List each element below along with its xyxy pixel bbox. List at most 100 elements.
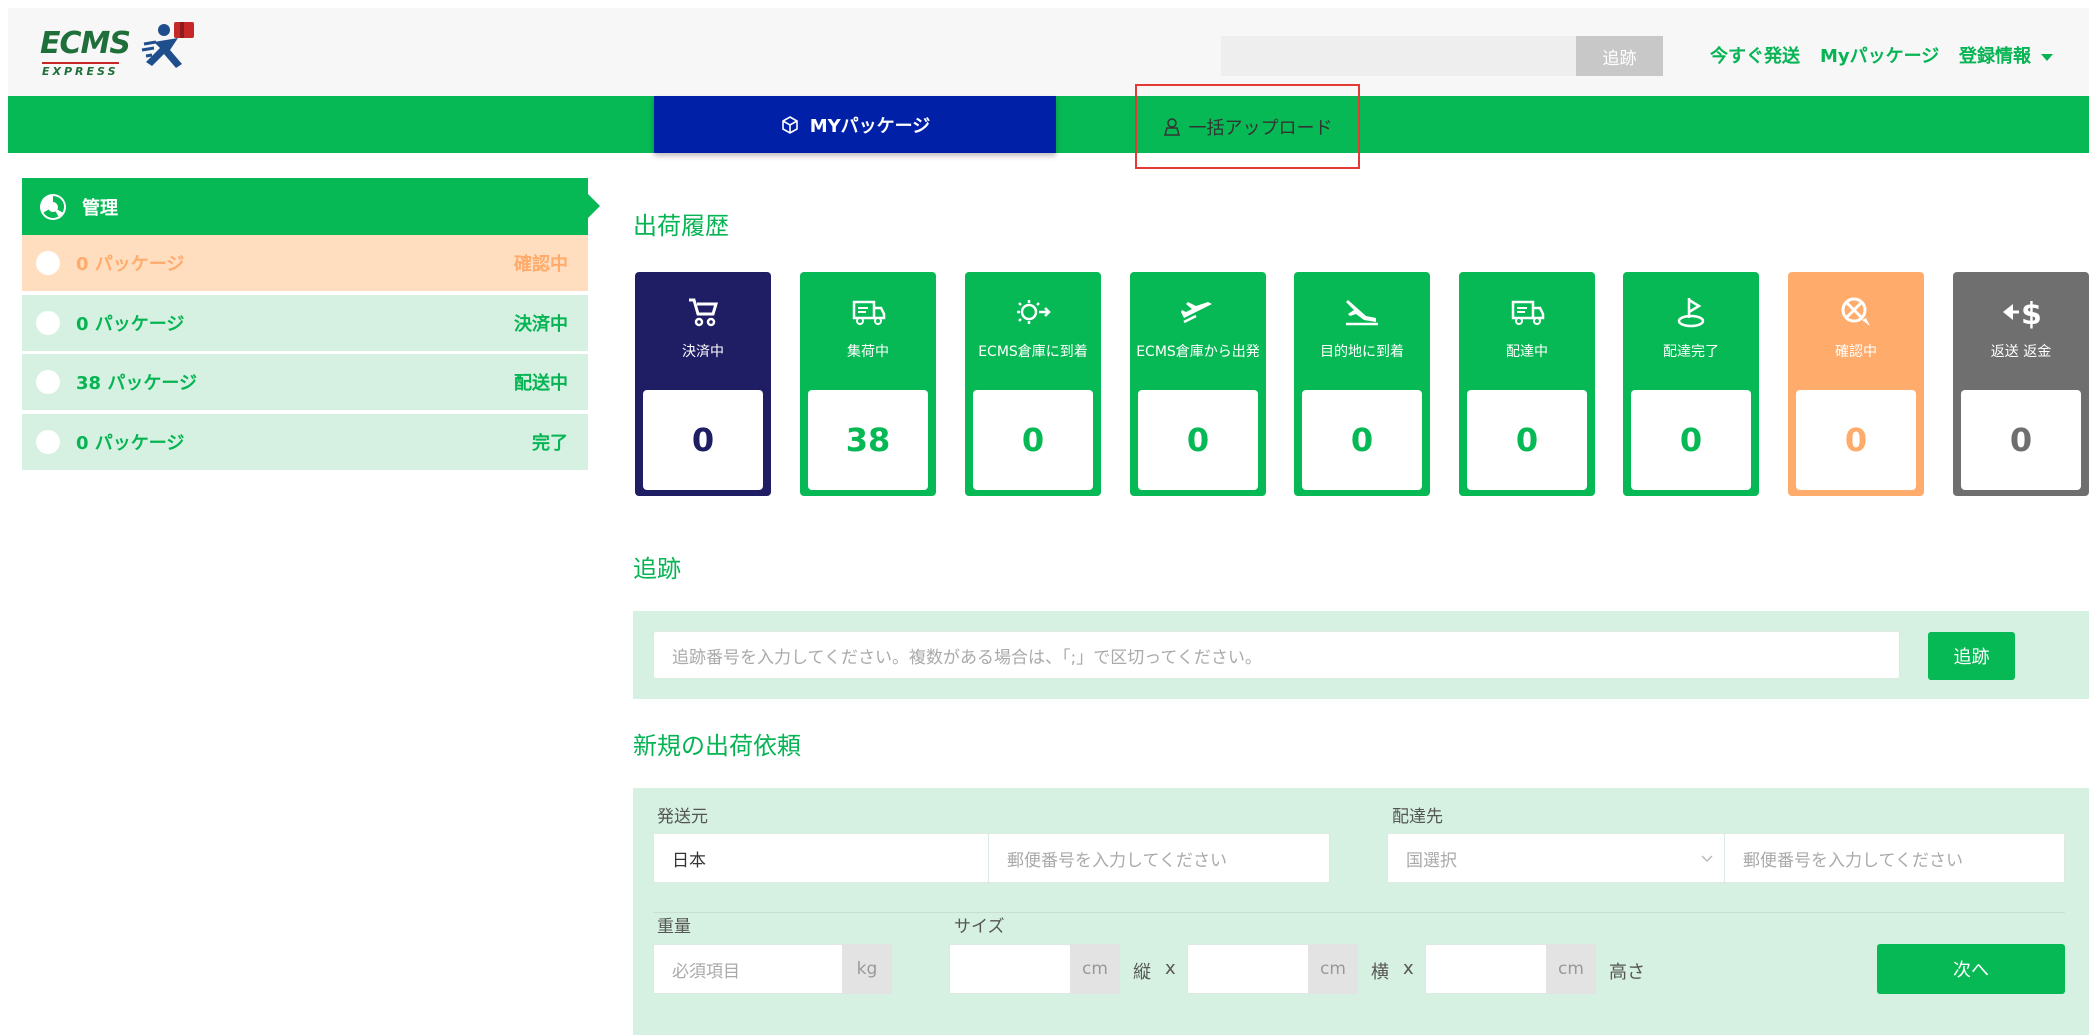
truck-icon bbox=[800, 294, 936, 334]
status-dot bbox=[36, 251, 60, 275]
tab-my-package-label: MYパッケージ bbox=[809, 115, 931, 137]
status-card-label: 目的地に到着 bbox=[1320, 344, 1404, 360]
status-card-value: 0 bbox=[1467, 390, 1587, 490]
status-card-value: 0 bbox=[973, 390, 1093, 490]
management-icon bbox=[40, 193, 66, 220]
refund-icon: $ bbox=[1953, 294, 2089, 334]
history-title: 出荷履歴 bbox=[633, 212, 729, 240]
cart-icon bbox=[635, 294, 771, 334]
status-card-label: 配達完了 bbox=[1663, 344, 1719, 360]
ecms-logo[interactable]: ECMS EXPRESS bbox=[36, 18, 206, 84]
height-unit: cm bbox=[1546, 944, 1596, 994]
sidebar-title: 管理 bbox=[82, 197, 118, 219]
sidebar-item-status: 確認中 bbox=[514, 254, 568, 275]
nav-ship-now[interactable]: 今すぐ発送 bbox=[1710, 42, 1800, 68]
plane-arrive-icon bbox=[1294, 294, 1430, 334]
status-card-confirming[interactable]: 確認中 0 bbox=[1788, 272, 1924, 496]
status-card-depart-warehouse[interactable]: ECMS倉庫から出発 0 bbox=[1130, 272, 1266, 496]
tab-bulk-upload-label: 一括アップロード bbox=[1188, 117, 1333, 139]
width-unit: cm bbox=[1308, 944, 1358, 994]
form-divider bbox=[653, 912, 2065, 913]
width-label: 横 bbox=[1371, 962, 1389, 983]
status-card-value: 38 bbox=[808, 390, 928, 490]
size-label: サイズ bbox=[954, 917, 1005, 937]
weight-unit: kg bbox=[842, 944, 892, 994]
sidebar-item-shipping[interactable]: 38 パッケージ 配送中 bbox=[22, 354, 588, 412]
confirm-icon bbox=[1788, 294, 1924, 334]
chevron-down-icon bbox=[2041, 53, 2053, 61]
status-card-payment[interactable]: 決済中 0 bbox=[635, 272, 771, 496]
status-card-label: 配達中 bbox=[1506, 344, 1548, 360]
status-card-refund[interactable]: $ 返送 返金 0 bbox=[1953, 272, 2089, 496]
status-card-label: 返送 返金 bbox=[1990, 344, 2052, 360]
status-card-arrive-warehouse[interactable]: ECMS倉庫に到着 0 bbox=[965, 272, 1101, 496]
header-tracking-input[interactable] bbox=[1221, 36, 1576, 76]
delivery-truck-icon bbox=[1459, 294, 1595, 334]
from-zip-input[interactable]: 郵便番号を入力してください bbox=[988, 833, 1330, 883]
to-country-select[interactable]: 国選択 bbox=[1387, 833, 1725, 883]
header-track-button[interactable]: 追跡 bbox=[1576, 36, 1663, 76]
top-header: ECMS EXPRESS 追跡 今すぐ発送 Myパッケージ 登録情報 bbox=[8, 8, 2089, 96]
to-label: 配達先 bbox=[1392, 807, 1443, 827]
sidebar-item-count: 0 パッケージ bbox=[76, 433, 185, 454]
tracking-title: 追跡 bbox=[633, 555, 681, 583]
status-card-value: 0 bbox=[1138, 390, 1258, 490]
status-card-delivered[interactable]: 配達完了 0 bbox=[1623, 272, 1759, 496]
tab-my-package[interactable]: MYパッケージ bbox=[654, 96, 1056, 153]
shipment-form-panel: 発送元 日本 郵便番号を入力してください 配達先 国選択 郵便番号を入力してくだ… bbox=[633, 788, 2089, 1035]
weight-input[interactable]: 必須項目 bbox=[653, 944, 843, 994]
box-icon bbox=[781, 115, 798, 134]
status-card-value: 0 bbox=[1796, 390, 1916, 490]
sidebar-item-status: 完了 bbox=[532, 433, 568, 454]
next-button[interactable]: 次へ bbox=[1877, 944, 2065, 994]
status-card-label: 決済中 bbox=[682, 344, 724, 360]
runner-logo-icon bbox=[141, 22, 194, 68]
sidebar-header: 管理 bbox=[22, 178, 600, 235]
status-dot bbox=[36, 370, 60, 394]
warehouse-arrive-icon bbox=[965, 294, 1101, 334]
nav-my-package[interactable]: Myパッケージ bbox=[1820, 42, 1939, 68]
status-card-value: 0 bbox=[1302, 390, 1422, 490]
status-card-label: ECMS倉庫から出発 bbox=[1136, 344, 1260, 360]
weight-label: 重量 bbox=[657, 917, 691, 937]
status-dot bbox=[36, 430, 60, 454]
tracking-submit-button[interactable]: 追跡 bbox=[1928, 632, 2015, 680]
from-country-field[interactable]: 日本 bbox=[653, 833, 989, 883]
status-dot bbox=[36, 311, 60, 335]
sidebar-item-payment[interactable]: 0 パッケージ 決済中 bbox=[22, 295, 588, 353]
tab-bulk-upload[interactable]: 一括アップロード bbox=[1135, 84, 1360, 169]
height-label: 高さ bbox=[1609, 962, 1645, 983]
status-card-value: 0 bbox=[643, 390, 763, 490]
length-input[interactable] bbox=[949, 944, 1071, 994]
delivered-pin-icon bbox=[1623, 294, 1759, 334]
status-card-value: 0 bbox=[1961, 390, 2081, 490]
status-card-value: 0 bbox=[1631, 390, 1751, 490]
nav-account-info[interactable]: 登録情報 bbox=[1959, 42, 2053, 68]
tracking-panel: 追跡番号を入力してください。複数がある場合は、「;」で区切ってください。 追跡 bbox=[633, 611, 2089, 699]
status-card-label: 確認中 bbox=[1835, 344, 1877, 360]
status-card-pickup[interactable]: 集荷中 38 bbox=[800, 272, 936, 496]
to-zip-input[interactable]: 郵便番号を入力してください bbox=[1724, 833, 2065, 883]
status-card-arrive-destination[interactable]: 目的地に到着 0 bbox=[1294, 272, 1430, 496]
sidebar-item-complete[interactable]: 0 パッケージ 完了 bbox=[22, 414, 588, 472]
shipment-title: 新規の出荷依頼 bbox=[633, 732, 801, 760]
nav-account-label: 登録情報 bbox=[1959, 46, 2031, 67]
plane-depart-icon bbox=[1130, 294, 1266, 334]
length-label: 縦 bbox=[1133, 962, 1151, 983]
sidebar-item-count: 0 パッケージ bbox=[76, 254, 185, 275]
tracking-number-input[interactable]: 追跡番号を入力してください。複数がある場合は、「;」で区切ってください。 bbox=[653, 631, 1900, 679]
sidebar-item-count: 0 パッケージ bbox=[76, 314, 185, 335]
height-input[interactable] bbox=[1425, 944, 1547, 994]
times-sign: x bbox=[1403, 958, 1414, 979]
from-label: 発送元 bbox=[657, 807, 708, 827]
logo-text: ECMS bbox=[40, 26, 131, 61]
sidebar-item-status: 決済中 bbox=[514, 314, 568, 335]
width-input[interactable] bbox=[1187, 944, 1309, 994]
sidebar-item-status: 配送中 bbox=[514, 373, 568, 394]
svg-text:$: $ bbox=[2021, 297, 2042, 330]
sidebar-item-confirming[interactable]: 0 パッケージ 確認中 bbox=[22, 235, 588, 293]
status-card-delivering[interactable]: 配達中 0 bbox=[1459, 272, 1595, 496]
length-unit: cm bbox=[1070, 944, 1120, 994]
chevron-down-icon bbox=[1701, 855, 1713, 863]
status-card-label: 集荷中 bbox=[847, 344, 889, 360]
